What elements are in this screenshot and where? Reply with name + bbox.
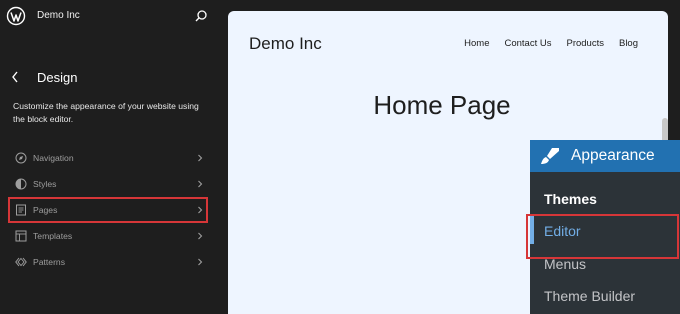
appearance-menu-header[interactable]: Appearance bbox=[530, 140, 680, 172]
page-heading: Home Page bbox=[373, 90, 511, 120]
chevron-right-icon bbox=[198, 180, 203, 188]
section-title: Design bbox=[37, 70, 78, 85]
chevron-right-icon bbox=[198, 154, 203, 162]
search-icon[interactable] bbox=[194, 9, 208, 23]
patterns-icon bbox=[15, 257, 27, 267]
preview-site-title[interactable]: Demo Inc bbox=[249, 34, 322, 54]
sidebar-item-label: Styles bbox=[33, 179, 57, 189]
chevron-right-icon bbox=[198, 206, 203, 214]
back-chevron-icon[interactable] bbox=[10, 70, 20, 84]
admin-menu-item-themes[interactable]: Themes bbox=[544, 191, 597, 207]
paintbrush-icon bbox=[541, 148, 559, 164]
preview-navigation: Home Contact Us Products Blog bbox=[464, 38, 638, 49]
preview-nav-contact-us[interactable]: Contact Us bbox=[504, 38, 551, 49]
sidebar-item-label: Templates bbox=[33, 231, 73, 241]
sidebar-item-styles[interactable]: Styles bbox=[8, 171, 208, 197]
preview-nav-products[interactable]: Products bbox=[566, 38, 604, 49]
appearance-menu-title: Appearance bbox=[571, 147, 655, 164]
preview-nav-blog[interactable]: Blog bbox=[619, 38, 638, 49]
navigation-icon bbox=[15, 152, 27, 164]
wordpress-logo-icon[interactable] bbox=[6, 6, 26, 26]
design-sidebar: Demo Inc Design Customize the appearance… bbox=[0, 0, 228, 314]
sidebar-item-patterns[interactable]: Patterns bbox=[8, 249, 208, 275]
styles-icon bbox=[15, 178, 27, 190]
sidebar-item-templates[interactable]: Templates bbox=[8, 223, 208, 249]
sidebar-item-label: Patterns bbox=[33, 257, 66, 267]
editor-highlight-box bbox=[526, 214, 679, 259]
chevron-right-icon bbox=[198, 232, 203, 240]
preview-nav-home[interactable]: Home bbox=[464, 38, 489, 49]
pages-icon bbox=[16, 204, 26, 216]
site-name[interactable]: Demo Inc bbox=[37, 10, 80, 21]
section-description: Customize the appearance of your website… bbox=[13, 101, 199, 124]
chevron-right-icon bbox=[198, 258, 203, 266]
admin-menu-item-theme-builder[interactable]: Theme Builder bbox=[544, 288, 635, 304]
sidebar-item-label: Pages bbox=[33, 205, 58, 215]
templates-icon bbox=[15, 230, 27, 242]
sidebar-item-pages[interactable]: Pages bbox=[8, 197, 208, 223]
sidebar-item-label: Navigation bbox=[33, 153, 74, 163]
sidebar-item-navigation[interactable]: Navigation bbox=[8, 145, 208, 171]
